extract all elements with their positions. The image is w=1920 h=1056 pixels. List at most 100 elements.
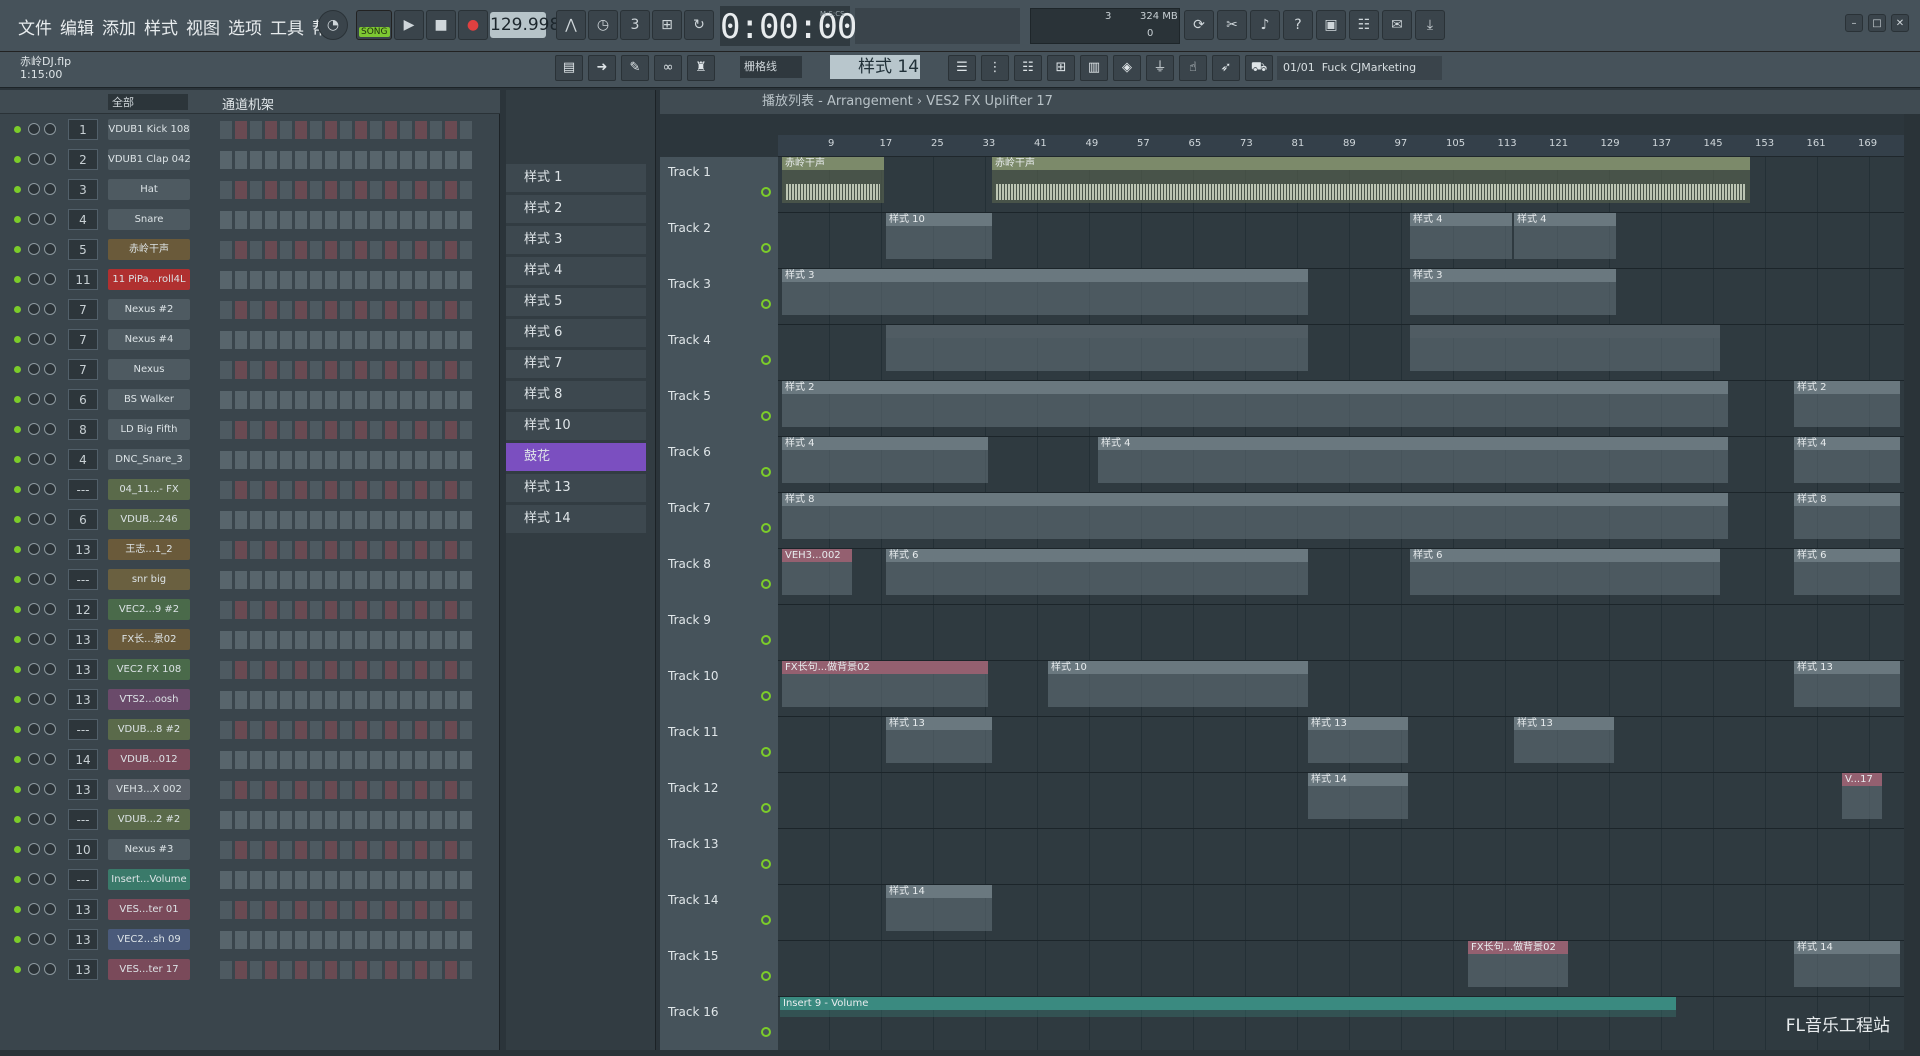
channel-mixer-track[interactable]: 10 [68,839,98,860]
channel-mute-led[interactable] [14,156,21,163]
channel-volume-knob[interactable] [44,213,56,225]
channel-mixer-track[interactable]: 13 [68,929,98,950]
channel-volume-knob[interactable] [44,573,56,585]
channel-mute-led[interactable] [14,516,21,523]
pattern-clip[interactable]: 样式 6 [1410,549,1720,595]
channel-mixer-track[interactable]: 7 [68,359,98,380]
track-name[interactable]: Track 13 [668,837,776,851]
track-name[interactable]: Track 2 [668,221,776,235]
track-name[interactable]: Track 3 [668,277,776,291]
channel-pan-knob[interactable] [28,693,40,705]
channel-pan-knob[interactable] [28,513,40,525]
channel-pan-knob[interactable] [28,783,40,795]
step-sequencer[interactable] [220,631,475,649]
channel-name-button[interactable]: VEC2...sh 09 [108,929,190,950]
channel-mute-led[interactable] [14,336,21,343]
track-mute-led[interactable] [761,579,771,589]
pattern-picker-item[interactable]: 样式 1 [506,164,646,192]
channel-pan-knob[interactable] [28,333,40,345]
channel-row[interactable]: 7 Nexus #4 [0,326,490,354]
stop-button[interactable]: ■ [426,10,456,40]
channel-mixer-track[interactable]: 13 [68,959,98,980]
track-mute-led[interactable] [761,971,771,981]
track-name[interactable]: Track 5 [668,389,776,403]
channel-mixer-track[interactable]: 6 [68,389,98,410]
pattern-picker-item[interactable]: 样式 13 [506,474,646,502]
pattern-clip[interactable]: 样式 14 [1308,773,1408,819]
channel-volume-knob[interactable] [44,843,56,855]
track-name[interactable]: Track 9 [668,613,776,627]
track-mute-led[interactable] [761,243,771,253]
arrangement-grid[interactable]: 赤岭干声 赤岭干声 样式 10 样式 4 样式 4 样式 3 样式 3 样式 2… [778,157,1904,1056]
channel-volume-knob[interactable] [44,903,56,915]
channel-row[interactable]: 12 VEC2...9 #2 [0,596,490,624]
track-name[interactable]: Track 8 [668,557,776,571]
channel-mute-led[interactable] [14,246,21,253]
channel-name-button[interactable]: VDUB...2 #2 [108,809,190,830]
audio-clip[interactable]: VEH3...002 [782,549,852,595]
maximize-icon[interactable]: □ [1868,14,1886,32]
channel-pan-knob[interactable] [28,363,40,375]
mixer-view-icon[interactable]: ☷ [1014,55,1042,81]
pattern-picker-item[interactable]: 样式 5 [506,288,646,316]
pattern-clip[interactable]: 样式 6 [1794,549,1900,595]
channel-name-button[interactable]: VEH3...X 002 [108,779,190,800]
channel-name-button[interactable]: VDUB...8 #2 [108,719,190,740]
channel-name-button[interactable]: 王志...1_2 [108,539,190,560]
channel-mute-led[interactable] [14,966,21,973]
channel-rack-icon[interactable]: ⋮ [981,55,1009,81]
channel-row[interactable]: 2 VDUB1 Clap 042 [0,146,490,174]
channel-name-button[interactable]: 04_11...- FX [108,479,190,500]
touch-icon[interactable]: ☝ [1179,55,1207,81]
channel-volume-knob[interactable] [44,153,56,165]
channel-mute-led[interactable] [14,396,21,403]
pattern-clip[interactable]: 样式 10 [886,213,992,259]
channel-pan-knob[interactable] [28,183,40,195]
track-mute-led[interactable] [761,187,771,197]
channel-mute-led[interactable] [14,126,21,133]
channel-pan-knob[interactable] [28,873,40,885]
channel-mute-led[interactable] [14,696,21,703]
track-mute-led[interactable] [761,355,771,365]
audio-clip[interactable]: FX长句...做背景02 [1468,941,1568,987]
step-sequencer[interactable] [220,721,475,739]
channel-mixer-track[interactable]: 13 [68,779,98,800]
channel-volume-knob[interactable] [44,873,56,885]
pattern-picker-item[interactable]: 样式 8 [506,381,646,409]
channel-pan-knob[interactable] [28,453,40,465]
countdown-icon[interactable]: 3 [620,10,650,40]
track-name[interactable]: Track 11 [668,725,776,739]
channel-mixer-track[interactable]: 7 [68,329,98,350]
channel-mixer-track[interactable]: 1 [68,119,98,140]
channel-mixer-track[interactable]: 7 [68,299,98,320]
channel-volume-knob[interactable] [44,273,56,285]
step-sequencer[interactable] [220,421,475,439]
channel-volume-knob[interactable] [44,393,56,405]
channel-name-button[interactable]: VEC2 FX 108 [108,659,190,680]
channel-mixer-track[interactable]: --- [68,809,98,830]
channel-volume-knob[interactable] [44,663,56,675]
cut-icon[interactable]: ✂ [1217,10,1247,40]
channel-name-button[interactable]: 11 PiPa...roll4L [108,269,190,290]
pattern-clip[interactable] [886,325,1308,371]
channel-mute-led[interactable] [14,426,21,433]
channel-pan-knob[interactable] [28,663,40,675]
channel-mute-led[interactable] [14,816,21,823]
pattern-clip[interactable]: 样式 13 [1794,661,1900,707]
step-sequencer[interactable] [220,691,475,709]
audio-clip[interactable]: FX长句...做背景02 [782,661,988,707]
channel-row[interactable]: 10 Nexus #3 [0,836,490,864]
download-icon[interactable]: ⤓ [1415,10,1445,40]
pattern-clip[interactable]: 样式 4 [1098,437,1728,483]
channel-pan-knob[interactable] [28,933,40,945]
channel-pan-knob[interactable] [28,213,40,225]
channel-name-button[interactable]: VDUB...246 [108,509,190,530]
step-sequencer[interactable] [220,361,475,379]
channel-volume-knob[interactable] [44,783,56,795]
track-name[interactable]: Track 1 [668,165,776,179]
channel-row[interactable]: 6 VDUB...246 [0,506,490,534]
master-volume-knob[interactable]: ◔ [318,10,348,40]
step-edit-icon[interactable]: ⊞ [652,10,682,40]
channel-name-button[interactable]: VDUB1 Kick 108 [108,119,190,140]
channel-pan-knob[interactable] [28,423,40,435]
